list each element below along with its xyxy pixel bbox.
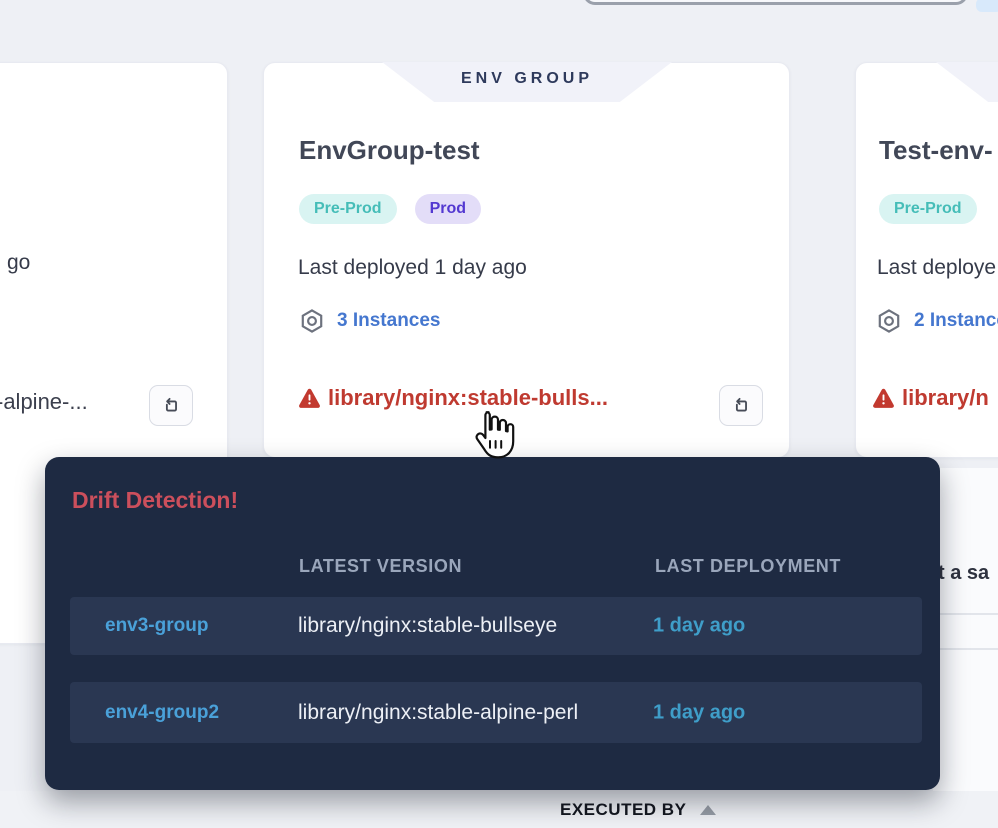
tooltip-title: Drift Detection! xyxy=(72,487,238,514)
last-deployed-fragment: go xyxy=(7,251,30,275)
latest-version-value: library/nginx:stable-bullseye xyxy=(298,614,557,638)
row-divider xyxy=(933,613,998,615)
env-group-badge: ENV GROUP xyxy=(382,62,672,102)
env-card-test-env: Test-env- Pre-Prod Last deploye 2 Instan… xyxy=(855,62,998,458)
redeploy-button[interactable] xyxy=(149,385,193,426)
table-header-strip xyxy=(0,791,998,828)
column-header-latest-version: LATEST VERSION xyxy=(299,556,462,577)
last-deployed-text: Last deploye xyxy=(877,256,996,280)
drifted-image-link[interactable]: library/nginx:stable-bulls... xyxy=(328,385,608,411)
tag-prod: Prod xyxy=(415,194,481,224)
executed-by-column-header[interactable]: EXECUTED BY xyxy=(560,800,716,820)
last-deployment-value: 1 day ago xyxy=(653,615,745,638)
env-card-envgroup-test: ENV GROUP EnvGroup-test Pre-Prod Prod La… xyxy=(263,62,790,458)
drifted-image-link[interactable]: library/n xyxy=(902,385,989,411)
cropped-toolbar-edge xyxy=(583,0,968,5)
drift-table-row: env3-group library/nginx:stable-bullseye… xyxy=(70,597,922,655)
row-divider xyxy=(933,648,998,650)
last-deployed-text: Last deployed 1 day ago xyxy=(298,256,527,280)
redeploy-icon xyxy=(730,395,752,417)
instances-hexagon-icon xyxy=(299,308,325,334)
redeploy-button[interactable] xyxy=(719,385,763,426)
card-title: EnvGroup-test xyxy=(299,135,480,166)
last-deployment-value: 1 day ago xyxy=(653,701,745,724)
instances-hexagon-icon xyxy=(876,308,902,334)
env-group-link[interactable]: env3-group xyxy=(105,615,208,637)
env-group-link[interactable]: env4-group2 xyxy=(105,702,219,724)
redeploy-icon xyxy=(160,395,182,417)
latest-version-value: library/nginx:stable-alpine-perl xyxy=(298,701,578,725)
instances-link[interactable]: 2 Instance xyxy=(914,310,998,332)
column-header-last-deployment: LAST DEPLOYMENT xyxy=(655,556,841,577)
drift-warning-icon xyxy=(871,386,896,411)
drift-detection-tooltip: Drift Detection! LATEST VERSION LAST DEP… xyxy=(45,457,940,790)
background-text-fragment: t a sa xyxy=(938,562,989,585)
tag-pre-prod: Pre-Prod xyxy=(299,194,397,224)
env-group-badge xyxy=(936,62,998,102)
cropped-top-right-element xyxy=(976,0,998,12)
card-title: Test-env- xyxy=(879,135,993,166)
executed-by-label: EXECUTED BY xyxy=(560,800,686,820)
tag-pre-prod: Pre-Prod xyxy=(879,194,977,224)
drift-table-row: env4-group2 library/nginx:stable-alpine-… xyxy=(70,682,922,743)
instances-link[interactable]: 3 Instances xyxy=(337,310,441,332)
env-group-badge-label: ENV GROUP xyxy=(461,70,593,88)
sort-asc-icon xyxy=(700,805,716,815)
image-tag-fragment: -alpine-... xyxy=(0,389,88,415)
drift-warning-icon xyxy=(297,386,322,411)
background-table-panel xyxy=(933,468,998,793)
